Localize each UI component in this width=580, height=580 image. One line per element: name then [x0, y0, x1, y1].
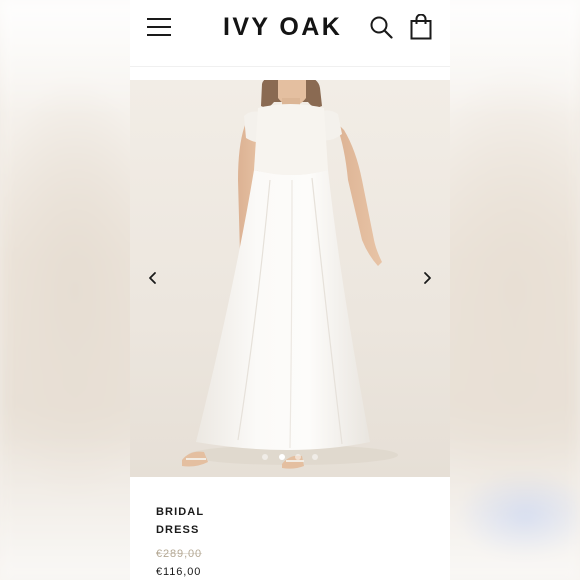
gallery-dot[interactable] — [311, 454, 318, 460]
hamburger-menu-icon[interactable] — [147, 16, 171, 38]
product-title[interactable]: BRIDAL DRESS — [156, 503, 246, 539]
search-icon[interactable] — [369, 15, 393, 39]
shopping-bag-icon[interactable] — [410, 14, 432, 40]
sale-price: €116,00 — [156, 566, 202, 578]
backdrop-right — [450, 0, 580, 580]
chevron-right-icon[interactable] — [417, 268, 437, 288]
original-price: €289,00 — [156, 548, 203, 560]
product-photo-bridal-dress — [182, 80, 398, 469]
product-info: BRIDAL DRESS €289,00 €116,00 — [156, 503, 426, 580]
gallery-dot[interactable] — [278, 454, 285, 460]
chevron-left-icon[interactable] — [143, 268, 163, 288]
site-header: IVY OAK — [130, 0, 450, 67]
gallery-pagination — [130, 447, 450, 460]
mobile-page: IVY OAK BRIDAL DRESS €289,00 €116,00 — [130, 0, 450, 580]
backdrop-left — [0, 0, 130, 580]
brand-logo[interactable]: IVY OAK — [223, 12, 342, 42]
product-image-gallery[interactable] — [130, 80, 450, 477]
